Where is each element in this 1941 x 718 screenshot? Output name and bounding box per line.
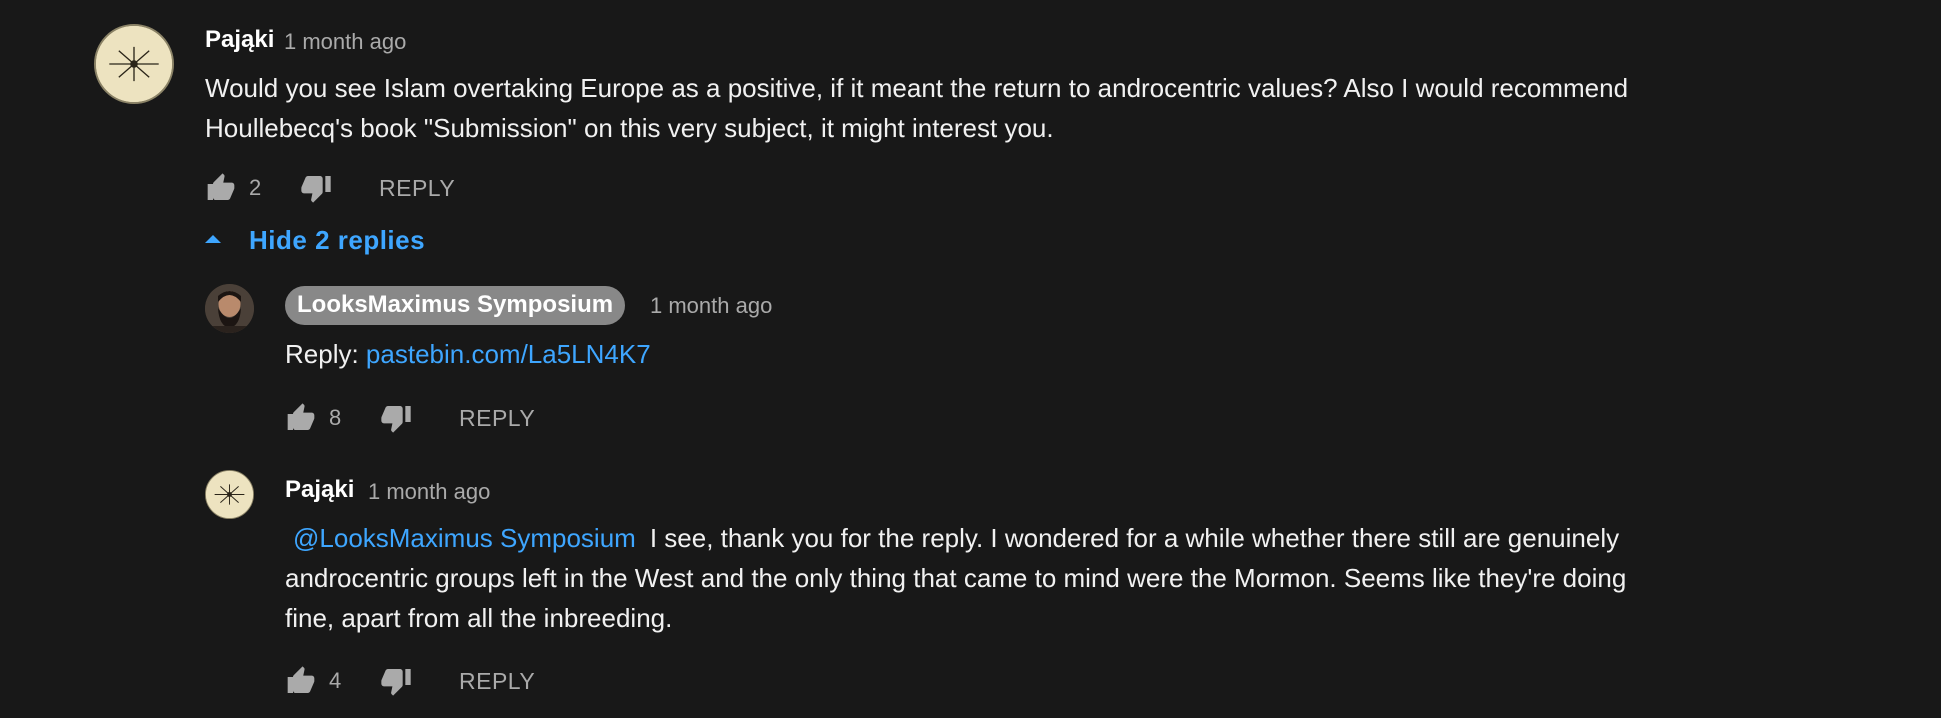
like-count: 4: [329, 668, 342, 693]
avatar[interactable]: [94, 24, 174, 104]
spider-logo-icon: [96, 26, 172, 102]
like-button[interactable]: [285, 665, 317, 697]
thumbs-up-icon: [207, 173, 235, 200]
like-button[interactable]: [285, 402, 317, 434]
reply-actions: 4: [285, 665, 341, 697]
comment-timestamp[interactable]: 1 month ago: [284, 29, 406, 55]
reply-button[interactable]: REPLY: [459, 405, 535, 432]
comment-author[interactable]: Pająki: [205, 26, 274, 54]
reply-actions: 8: [285, 402, 341, 434]
hide-replies-label: Hide 2 replies: [249, 225, 426, 255]
reply-text-line: @LooksMaximus Symposium I see, thank you …: [285, 518, 1925, 558]
like-count: 8: [329, 405, 342, 430]
reply-timestamp[interactable]: 1 month ago: [650, 293, 772, 319]
hide-replies-button[interactable]: Hide 2 replies: [205, 225, 425, 256]
reply-button[interactable]: REPLY: [459, 668, 535, 695]
reply-timestamp[interactable]: 1 month ago: [368, 479, 490, 505]
reply-author-badge[interactable]: LooksMaximus Symposium: [285, 286, 626, 325]
comment-text-line: Would you see Islam overtaking Europe as…: [205, 73, 1629, 103]
like-count: 2: [249, 175, 262, 200]
mention-link[interactable]: @LooksMaximus Symposium: [293, 523, 636, 553]
reply-button[interactable]: REPLY: [379, 175, 455, 202]
avatar[interactable]: [205, 470, 254, 519]
reply-text: Reply: pastebin.com/La5LN4K7: [285, 334, 651, 374]
thumbs-up-icon: [287, 666, 315, 693]
spider-logo-icon: [206, 471, 253, 518]
thumbs-up-icon: [287, 403, 315, 430]
avatar[interactable]: [205, 284, 254, 333]
thumbs-down-icon: [381, 406, 411, 433]
reply-text-line: fine, apart from all the inbreeding.: [285, 603, 673, 633]
reply-author[interactable]: Pająki: [285, 476, 354, 504]
comment-actions: 2: [205, 172, 261, 204]
caret-up-icon: [205, 234, 221, 243]
reply-text-line: androcentric groups left in the West and…: [285, 563, 1627, 593]
thumbs-down-icon: [381, 669, 411, 696]
reply-text: @LooksMaximus Symposium I see, thank you …: [285, 518, 1925, 638]
reply-text-segment: I see, thank you for the reply. I wonder…: [649, 523, 1620, 553]
dislike-button[interactable]: [380, 665, 412, 697]
profile-photo-icon: [205, 284, 254, 333]
reply-text-prefix: Reply:: [285, 339, 366, 369]
pastebin-link[interactable]: pastebin.com/La5LN4K7: [366, 339, 651, 369]
like-button[interactable]: [205, 172, 237, 204]
comment-text-line: Houllebecq's book "Submission" on this v…: [205, 113, 1054, 143]
thumbs-down-icon: [301, 176, 331, 203]
comments-section: Pająki 1 month ago Would you see Islam o…: [0, 0, 1941, 718]
dislike-button[interactable]: [380, 402, 412, 434]
dislike-button[interactable]: [300, 172, 332, 204]
comment-text: Would you see Islam overtaking Europe as…: [205, 68, 1925, 148]
